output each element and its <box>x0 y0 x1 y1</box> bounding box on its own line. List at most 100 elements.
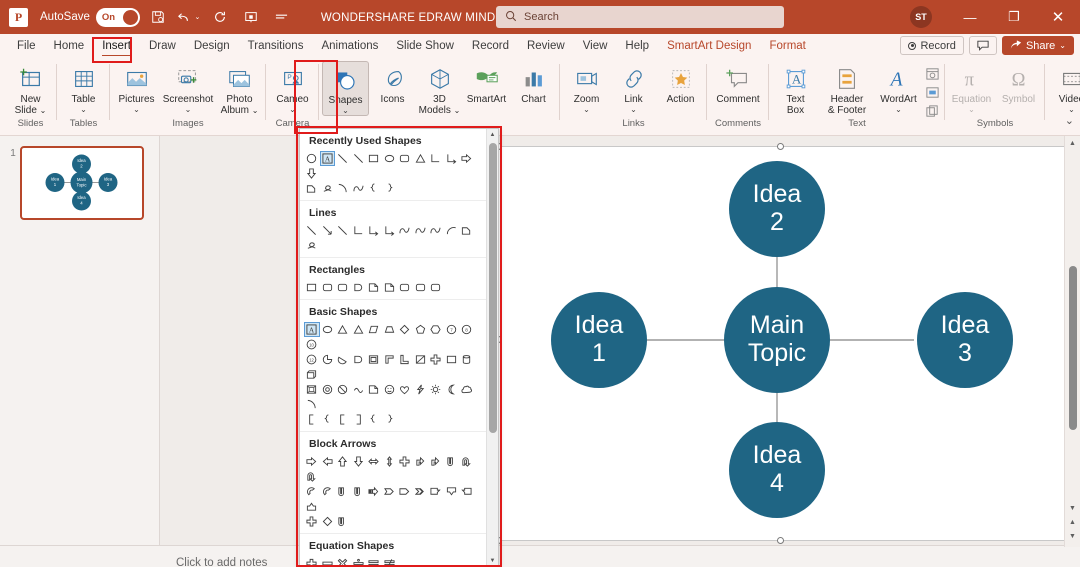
shapes-gallery-dropdown[interactable]: Recently Used Shapes A Lines Rectangles Basi… <box>299 128 499 566</box>
tab-transitions[interactable]: Transitions <box>239 34 313 58</box>
shape-item-circle[interactable] <box>304 151 320 166</box>
shape-item-h-pent[interactable] <box>444 352 460 367</box>
present-icon[interactable] <box>238 4 264 30</box>
shape-item-brace-l[interactable] <box>366 181 382 196</box>
shape-item-bracket-l[interactable] <box>335 412 351 427</box>
shape-item-textbox[interactable]: A <box>319 151 335 166</box>
shape-item-rrect[interactable] <box>413 280 429 295</box>
notes-pane[interactable]: Click to add notes <box>0 545 1080 567</box>
pictures-button[interactable]: Pictures ⌄ <box>113 61 160 114</box>
undo-icon[interactable]: ⌄ <box>176 4 202 30</box>
tab-draw[interactable]: Draw <box>140 34 185 58</box>
shapes-scrollbar-thumb[interactable] <box>489 143 497 433</box>
shape-item-wave[interactable] <box>351 382 367 397</box>
shape-item-barrow-u[interactable] <box>335 484 351 499</box>
resize-handle-bottom-center[interactable] <box>777 537 784 544</box>
shape-item-lrarrow[interactable] <box>366 454 382 469</box>
shape-item-bracket-r[interactable] <box>351 412 367 427</box>
shape-item-foldcorner[interactable] <box>382 280 398 295</box>
shape-item-cube[interactable] <box>304 367 320 382</box>
shape-item-line[interactable] <box>335 151 351 166</box>
shape-item-oval[interactable] <box>382 151 398 166</box>
shape-item-elbow[interactable] <box>351 223 367 238</box>
redo-icon[interactable] <box>207 4 233 30</box>
shape-item-trap[interactable] <box>382 322 398 337</box>
previous-slide-icon[interactable]: ▲ <box>1065 515 1080 529</box>
shape-item-eq-minus[interactable] <box>320 556 336 565</box>
shape-item-plus[interactable] <box>304 514 320 529</box>
tab-slide-show[interactable]: Slide Show <box>387 34 463 58</box>
shape-item-diamond[interactable] <box>397 322 413 337</box>
shape-item-para[interactable] <box>366 322 382 337</box>
shape-item-rrect[interactable] <box>397 151 413 166</box>
comments-button[interactable] <box>968 36 997 55</box>
screenshot-button[interactable]: Screenshot ⌄ <box>160 61 216 114</box>
shape-item-foldcorner[interactable] <box>366 382 382 397</box>
shape-item-hept[interactable]: 7 <box>444 322 460 337</box>
shape-item-eq-div[interactable] <box>351 556 367 565</box>
shape-item-lshape2[interactable] <box>397 352 413 367</box>
shape-item-callout-d[interactable] <box>444 484 460 499</box>
shape-item-brace-l[interactable] <box>366 412 382 427</box>
smartart-button[interactable]: SmartArt <box>463 61 510 105</box>
chart-button[interactable]: Chart <box>510 61 557 105</box>
comment-button[interactable]: Comment <box>710 61 766 105</box>
shape-item-barrow-c[interactable] <box>320 484 336 499</box>
wordart-button[interactable]: A WordArt ⌄ <box>875 61 922 114</box>
action-button[interactable]: Action <box>657 61 704 105</box>
slide-surface[interactable]: Idea 2 Idea 1 Main Topic Idea 3 Idea 4 <box>495 143 1080 544</box>
shape-item-pie[interactable] <box>320 352 336 367</box>
shape-item-barrow-u[interactable] <box>351 484 367 499</box>
resize-handle-top-center[interactable] <box>777 143 784 150</box>
shapes-scroll-down-icon[interactable]: ▼ <box>487 555 498 565</box>
scroll-up-arrow-icon[interactable]: ▲ <box>1065 136 1080 150</box>
shape-item-arrow[interactable] <box>320 223 336 238</box>
video-button[interactable]: Video ⌄ <box>1048 61 1080 114</box>
shape-item-tri[interactable] <box>413 151 429 166</box>
shape-item-lshape[interactable] <box>382 352 398 367</box>
shape-item-scribble[interactable] <box>304 238 320 253</box>
shape-item-dodec[interactable]: 12 <box>304 352 320 367</box>
shape-item-diamond[interactable] <box>320 514 336 529</box>
shape-item-elbow2[interactable] <box>366 223 382 238</box>
shape-item-barrow-ur[interactable] <box>428 454 444 469</box>
tab-review[interactable]: Review <box>518 34 574 58</box>
shape-item-heart[interactable] <box>397 382 413 397</box>
shape-item-cyl[interactable] <box>459 352 475 367</box>
shape-item-line[interactable] <box>304 223 320 238</box>
photo-album-button[interactable]: Photo Album ⌄ <box>216 61 263 116</box>
table-button[interactable]: Table ⌄ <box>60 61 107 114</box>
shape-item-callout-r[interactable] <box>428 484 444 499</box>
shape-item-pentarrow[interactable] <box>397 484 413 499</box>
shape-item-rarrow[interactable] <box>304 454 320 469</box>
shape-item-brace-l[interactable] <box>320 412 336 427</box>
shape-item-oval[interactable] <box>320 322 336 337</box>
shape-item-textbox[interactable]: A <box>304 322 320 337</box>
minimize-button[interactable]: — <box>948 0 992 34</box>
shape-item-tri[interactable] <box>351 322 367 337</box>
shape-item-callout-u[interactable] <box>304 499 320 514</box>
record-button[interactable]: Record <box>900 36 964 55</box>
tab-home[interactable]: Home <box>45 34 94 58</box>
autosave-toggle[interactable]: On <box>95 7 140 27</box>
shape-item-freeform[interactable] <box>304 181 320 196</box>
shape-item-arc[interactable] <box>444 223 460 238</box>
shape-item-plus[interactable] <box>428 352 444 367</box>
search-box[interactable]: Search <box>496 6 784 28</box>
shape-item-elbow2[interactable] <box>444 151 460 166</box>
shape-item-rarrow[interactable] <box>459 151 475 166</box>
shape-item-pent[interactable] <box>413 322 429 337</box>
shape-item-rrect[interactable] <box>397 280 413 295</box>
symbol-button[interactable]: Ω Symbol <box>995 61 1042 106</box>
shape-item-eq-neq[interactable] <box>382 556 398 565</box>
avatar[interactable]: ST <box>910 6 932 28</box>
shape-item-rect[interactable] <box>304 280 320 295</box>
shape-item-line[interactable] <box>335 223 351 238</box>
shape-item-barrow-ur[interactable] <box>413 454 429 469</box>
tab-file[interactable]: File <box>8 34 45 58</box>
customize-qat-icon[interactable] <box>269 4 295 30</box>
shape-item-line[interactable] <box>351 151 367 166</box>
slide-thumbnail-1[interactable]: Idea 2 Idea 1 Main Topic Idea 3 Idea 4 <box>20 146 144 220</box>
shape-item-darrow[interactable] <box>351 454 367 469</box>
shape-item-barrow-u[interactable] <box>444 454 460 469</box>
